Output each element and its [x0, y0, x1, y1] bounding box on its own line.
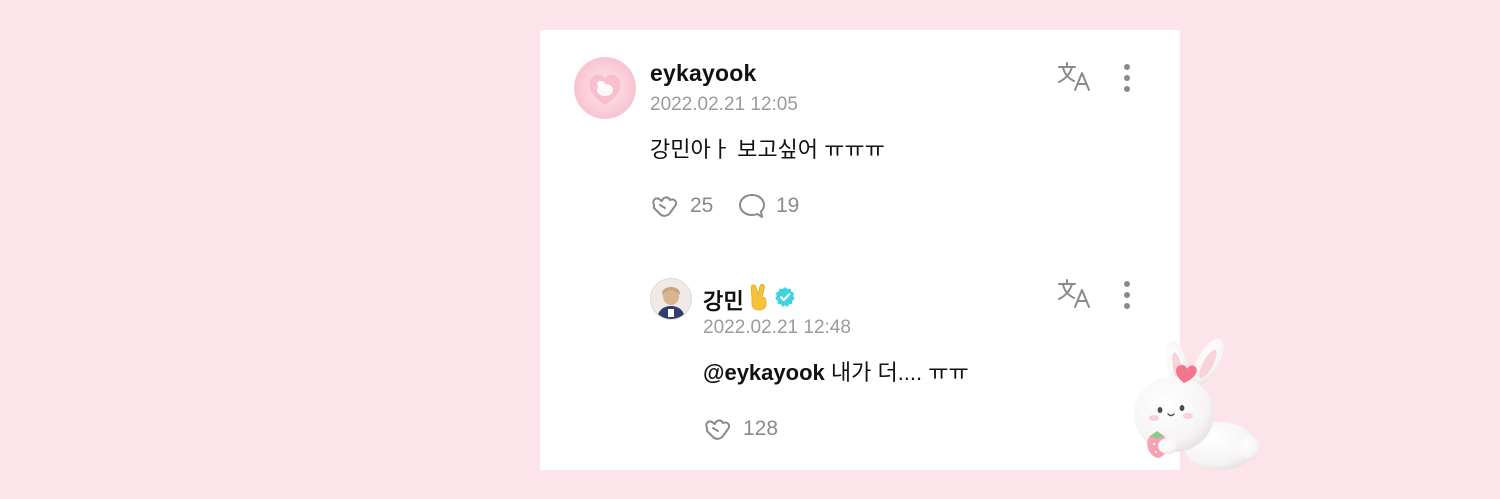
reply-more-button[interactable] [1123, 280, 1131, 315]
bunny-sticker-icon [1128, 338, 1263, 478]
verified-badge-icon [774, 286, 796, 314]
comment-reply-count: 19 [776, 194, 800, 217]
translate-icon [1057, 62, 1093, 97]
heart-hands-icon [703, 416, 733, 442]
commenter-username[interactable]: eykayook [650, 60, 756, 87]
kebab-menu-icon [1123, 281, 1131, 314]
reply-mention[interactable]: @eykayook [703, 360, 825, 385]
reply-like-count: 128 [743, 417, 779, 440]
victory-hand-icon [748, 283, 770, 317]
replier-username: 강민 [703, 289, 744, 314]
comment-card: eykayook 2022.02.21 12:05 강민아ㅏ 보고싶어 ㅠㅠㅠ … [540, 30, 1180, 470]
translate-icon [1057, 279, 1093, 314]
reply-text-line: @eykayook 내가 더.... ㅠㅠ [703, 355, 969, 387]
kebab-menu-icon [1123, 64, 1131, 97]
comment-more-button[interactable] [1123, 63, 1131, 98]
comment-timestamp: 2022.02.21 12:05 [650, 94, 798, 115]
reply-timestamp: 2022.02.21 12:48 [703, 317, 851, 338]
comment-translate-button[interactable] [1057, 61, 1093, 98]
reply-text: 내가 더.... ㅠㅠ [824, 360, 969, 385]
heart-hands-icon [650, 193, 680, 219]
commenter-avatar[interactable] [574, 57, 636, 119]
reply-translate-button[interactable] [1057, 278, 1093, 315]
speech-bubble-icon [738, 193, 766, 219]
replier-avatar[interactable] [650, 278, 692, 320]
reply-like-button[interactable]: 128 [703, 416, 778, 442]
comment-like-count: 25 [690, 194, 714, 217]
comment-text: 강민아ㅏ 보고싶어 ㅠㅠㅠ [650, 137, 885, 162]
comment-like-button[interactable]: 25 [650, 193, 713, 219]
replier-username-row[interactable]: 강민 [703, 283, 796, 317]
comment-reply-button[interactable]: 19 [738, 193, 799, 219]
